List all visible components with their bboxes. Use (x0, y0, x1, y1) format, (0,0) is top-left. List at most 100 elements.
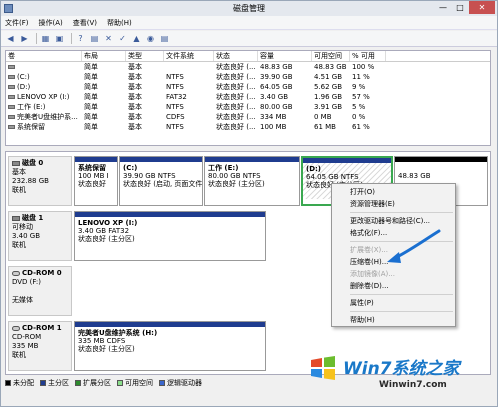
cell-volume-text: LENOVO XP (I:) (17, 93, 70, 101)
rescan-icon[interactable]: ▤ (159, 33, 170, 44)
cell-free: 0 MB (312, 112, 350, 122)
menu-file[interactable]: 文件(F) (5, 18, 29, 28)
table-row[interactable]: 系统保留 简单 基本 NTFS 状态良好 (... 100 MB 61 MB 61 % (6, 122, 490, 132)
cell-layout-text: 简单 (84, 103, 98, 111)
table-row[interactable]: (C:) 简单 基本 NTFS 状态良好 (... 39.90 GB 4.51 GB 11 % (6, 72, 490, 82)
table-row[interactable]: 简单 基本 状态良好 (... 48.83 GB 48.83 GB 100 % (6, 62, 490, 72)
pointer-arrow-icon (387, 229, 441, 263)
cell-volume: (C:) (6, 72, 82, 82)
properties-icon[interactable]: ▣ (54, 33, 65, 44)
help-icon[interactable]: ? (75, 33, 86, 44)
list-view-icon[interactable]: ▤ (89, 33, 100, 44)
table-row[interactable]: LENOVO XP (I:) 简单 基本 FAT32 状态良好 (... 3.40 GB 1… (6, 92, 490, 102)
delete-icon[interactable]: ✕ (103, 33, 114, 44)
cell-free-text: 1.96 GB (314, 93, 343, 101)
partition-h[interactable]: 完美者U盘维护系统 (H:) 335 MB CDFS 状态良好 (主分区) (74, 321, 266, 371)
cell-percent-text: 5 % (352, 103, 366, 111)
disk-type: 可移动 (12, 223, 33, 231)
menu-view[interactable]: 查看(V) (73, 18, 97, 28)
disk-size: 3.40 GB (12, 232, 41, 240)
partition-c[interactable]: (C:) 39.90 GB NTFS 状态良好 (启动, 页面文件, (119, 156, 203, 206)
partition-status: 状态良好 (启动, 页面文件, (123, 180, 202, 188)
disk-status: 联机 (12, 186, 26, 194)
cell-percent-text: 61 % (352, 123, 370, 131)
partition-size: 39.90 GB NTFS (123, 172, 176, 180)
title-bar: 磁盘管理 — □ ✕ (1, 1, 497, 16)
cell-capacity-text: 100 MB (260, 123, 287, 131)
back-icon[interactable]: ◀ (5, 33, 16, 44)
header-status[interactable]: 状态 (214, 51, 258, 61)
partition-size: 335 MB CDFS (78, 337, 126, 345)
partition-e[interactable]: 工作 (E:) 80.00 GB NTFS 状态良好 (主分区) (204, 156, 300, 206)
partition-size: 100 MB I (78, 172, 109, 180)
disk-type: CD-ROM (12, 333, 42, 341)
search-icon[interactable]: ◉ (145, 33, 156, 44)
cell-status-text: 状态良好 (... (216, 83, 256, 91)
cell-capacity-text: 334 MB (260, 113, 287, 121)
app-icon (4, 4, 13, 13)
menu-add-mirror: 添加镜像(A)... (350, 270, 395, 278)
menu-help[interactable]: 帮助(H) (107, 18, 132, 28)
minimize-icon[interactable]: — (435, 1, 451, 14)
header-free-space[interactable]: 可用空间 (312, 51, 350, 61)
cell-status-text: 状态良好 (... (216, 113, 256, 121)
partition-status: 状态良好 (主分区) (78, 345, 135, 353)
cdrom-0-label[interactable]: CD-ROM 0 DVD (F:) 无媒体 (8, 266, 72, 316)
check-icon[interactable]: ✓ (117, 33, 128, 44)
open-icon[interactable]: ▲ (131, 33, 142, 44)
cell-capacity-text: 39.90 GB (260, 73, 293, 81)
console-tree-icon[interactable]: ▦ (40, 33, 51, 44)
legend-label: 主分区 (48, 379, 69, 387)
cell-capacity: 334 MB (258, 112, 312, 122)
cell-status: 状态良好 (... (214, 92, 258, 102)
menu-properties[interactable]: 属性(P) (332, 297, 455, 309)
header-type[interactable]: 类型 (126, 51, 164, 61)
partition-status: 状态良好 (主分区) (208, 180, 265, 188)
disk-1-label[interactable]: 磁盘 1 可移动 3.40 GB 联机 (8, 211, 72, 261)
cdrom-1-label[interactable]: CD-ROM 1 CD-ROM 335 MB 联机 (8, 321, 72, 371)
cell-volume: (D:) (6, 82, 82, 92)
menu-bar: 文件(F) 操作(A) 查看(V) 帮助(H) (1, 16, 497, 30)
cell-free-text: 4.51 GB (314, 73, 343, 81)
disk-size: 335 MB (12, 342, 39, 350)
cell-layout: 简单 (82, 82, 126, 92)
menu-delete-volume[interactable]: 删除卷(D)... (332, 280, 455, 292)
disk-type: 基本 (12, 168, 26, 176)
partition-system-reserved[interactable]: 系统保留 100 MB I 状态良好 (74, 156, 118, 206)
cd-drive-icon (12, 270, 20, 276)
cell-percent: 5 % (350, 102, 386, 112)
cell-percent: 0 % (350, 112, 386, 122)
cell-filesystem-text: NTFS (166, 73, 184, 81)
partition-i[interactable]: LENOVO XP (I:) 3.40 GB FAT32 状态良好 (主分区) (74, 211, 266, 261)
removable-disk-icon (12, 215, 20, 221)
disk-0-label[interactable]: 磁盘 0 基本 232.88 GB 联机 (8, 156, 72, 206)
partition-status: 状态良好 (主分区) (78, 235, 135, 243)
watermark-title: Win7系统之家 (343, 359, 460, 379)
table-row[interactable]: 完美者U盘维护系... 简单 基本 CDFS 状态良好 (... 334 MB 0 MB 0 … (6, 112, 490, 122)
menu-action[interactable]: 操作(A) (39, 18, 63, 28)
cell-percent: 9 % (350, 82, 386, 92)
menu-change-drive-letter[interactable]: 更改驱动器号和路径(C)... (332, 215, 455, 227)
legend-item: 逻辑驱动器 (159, 378, 202, 388)
header-layout[interactable]: 布局 (82, 51, 126, 61)
table-row[interactable]: 工作 (E:) 简单 基本 NTFS 状态良好 (... 80.00 GB 3.91 GB 5… (6, 102, 490, 112)
header-percent-free[interactable]: % 可用 (350, 51, 386, 61)
menu-explore[interactable]: 资源管理器(E) (332, 198, 455, 210)
maximize-icon[interactable]: □ (452, 1, 468, 14)
forward-icon[interactable]: ▶ (19, 33, 30, 44)
cell-free: 1.96 GB (312, 92, 350, 102)
header-capacity[interactable]: 容量 (258, 51, 312, 61)
partition-name: 系统保留 (78, 164, 106, 172)
menu-help[interactable]: 帮助(H) (332, 314, 455, 326)
partition-name: LENOVO XP (I:) (78, 219, 138, 227)
header-filesystem[interactable]: 文件系统 (164, 51, 214, 61)
legend-item: 主分区 (40, 378, 69, 388)
cell-status-text: 状态良好 (... (216, 73, 256, 81)
menu-open[interactable]: 打开(O) (332, 186, 455, 198)
cell-filesystem-text: FAT32 (166, 93, 187, 101)
table-row[interactable]: (D:) 简单 基本 NTFS 状态良好 (... 64.05 GB 5.62 GB 9 % (6, 82, 490, 92)
cell-layout-text: 简单 (84, 123, 98, 131)
legend-swatch (159, 380, 165, 386)
close-icon[interactable]: ✕ (469, 1, 495, 14)
header-volume[interactable]: 卷 (6, 51, 82, 61)
